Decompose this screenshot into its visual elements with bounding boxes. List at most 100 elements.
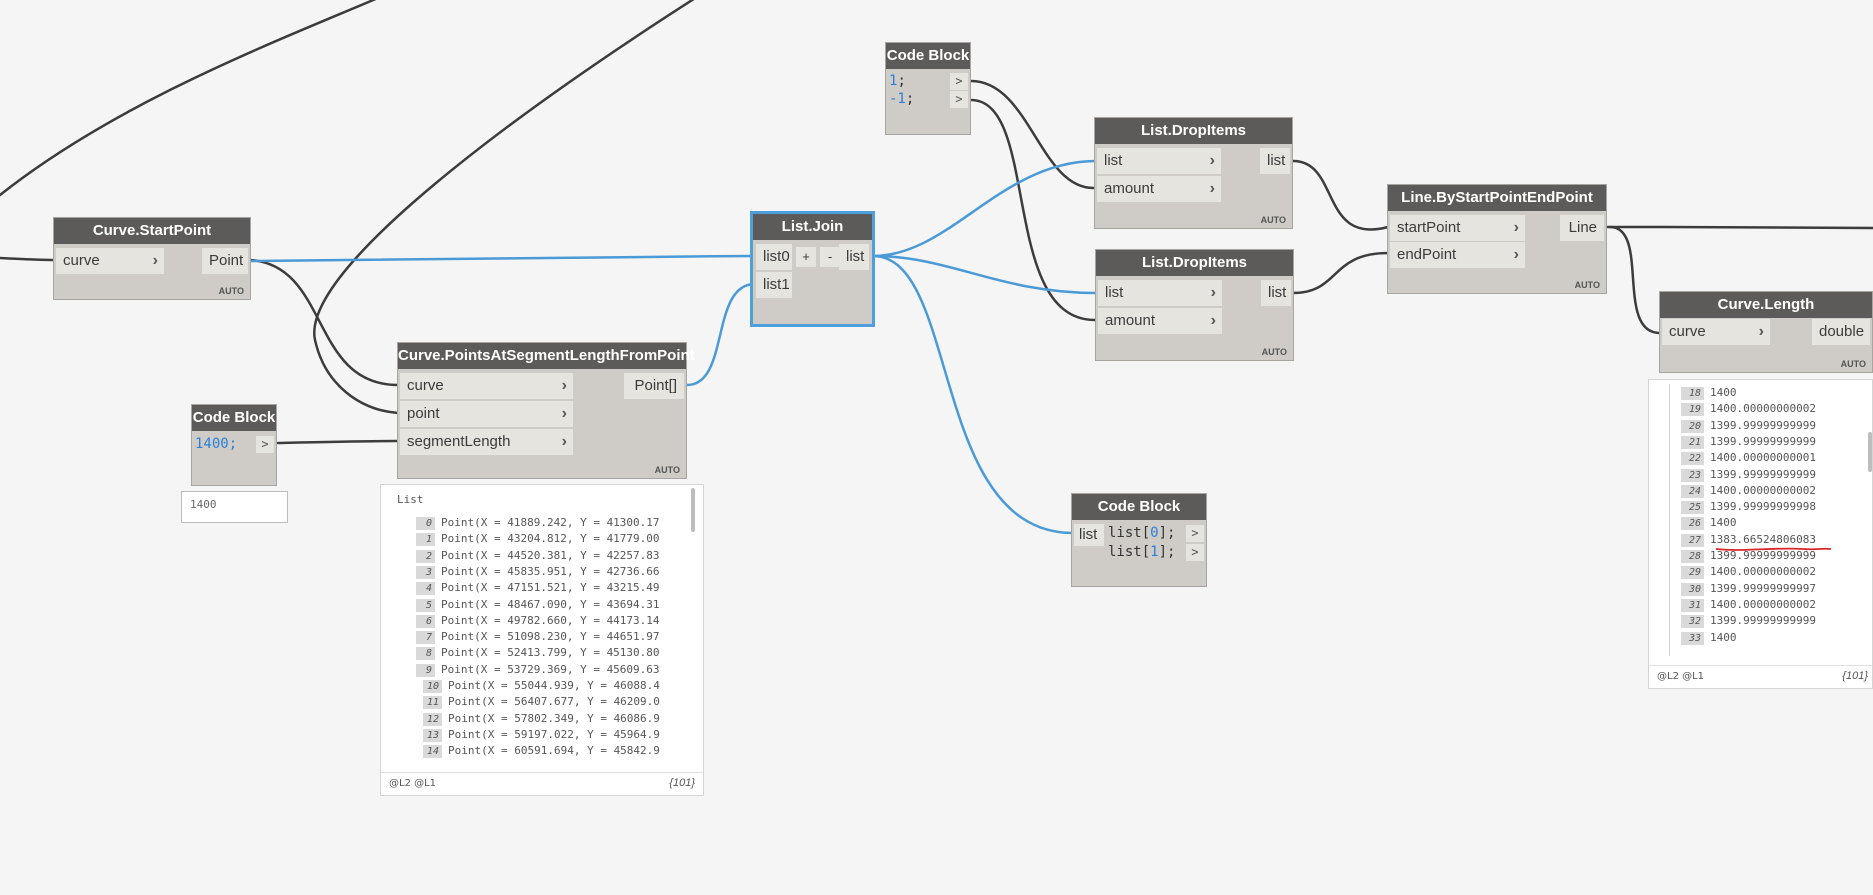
output-port-line[interactable]: Line (1560, 215, 1604, 241)
input-port-list[interactable]: list › (1097, 148, 1221, 174)
node-title[interactable]: List.DropItems (1095, 118, 1292, 144)
node-title[interactable]: Line.ByStartPointEndPoint (1388, 185, 1606, 211)
list-value: 1399.99999999999 (1710, 418, 1816, 432)
port-label: curve (63, 252, 100, 269)
list-value: Point(X = 47151.521, Y = 43215.49 (441, 581, 660, 595)
list-item: 10 Point(X = 55044.939, Y = 46088.4 (423, 678, 660, 694)
output-port[interactable]: > (256, 436, 274, 453)
wire (1608, 225, 1662, 335)
points-at-segment-length-node[interactable]: Curve.PointsAtSegmentLengthFromPoint cur… (397, 342, 695, 479)
input-port-amount[interactable]: amount › (1097, 176, 1221, 202)
port-label: list0 (763, 248, 790, 265)
list-value: Point(X = 45835.951, Y = 42736.66 (441, 564, 660, 578)
list-item: 33 1400 (1681, 630, 1737, 646)
line-by-start-end-node[interactable]: Line.ByStartPointEndPoint startPoint › e… (1387, 184, 1607, 294)
chevron-right-icon: › (1209, 180, 1215, 197)
list-value: 1400 (1710, 386, 1737, 399)
output-port-2[interactable]: > (1186, 544, 1204, 561)
port-label: list (1079, 526, 1098, 543)
code-line[interactable]: 1400; (195, 436, 237, 453)
output-port-1[interactable]: > (950, 73, 968, 90)
code-block-1400-node[interactable]: Code Block 1400; > (191, 404, 277, 486)
port-label: Line (1568, 219, 1597, 236)
output-port-list[interactable]: list (839, 244, 869, 270)
port-label: double (1819, 323, 1865, 340)
output-port-double[interactable]: double (1812, 319, 1870, 345)
output-port-point-array[interactable]: Point[] (624, 373, 684, 399)
output-port-2[interactable]: > (950, 91, 968, 108)
code-line-2[interactable]: list[1]; (1108, 544, 1175, 561)
remove-input-button[interactable]: - (820, 247, 840, 267)
highlight-underline (1715, 547, 1832, 551)
node-title[interactable]: Curve.Length (1660, 292, 1872, 318)
code-text: list[ (1108, 525, 1151, 541)
node-title[interactable]: Code Block (1072, 494, 1206, 520)
points-list-preview[interactable]: List 0 Point(X = 41889.242, Y = 41300.17 1… (380, 484, 704, 796)
list-item: 14 Point(X = 60591.694, Y = 45842.9 (423, 743, 660, 759)
list-index: 19 (1681, 403, 1704, 417)
node-title[interactable]: Code Block (886, 43, 970, 69)
list-item: 1 Point(X = 43204.812, Y = 41779.00 (416, 531, 660, 547)
list-index: 13 (423, 728, 442, 742)
node-title[interactable]: Curve.StartPoint (54, 218, 250, 244)
node-title[interactable]: Curve.PointsAtSegmentLengthFromPoint (398, 343, 695, 369)
curve-startpoint-node[interactable]: Curve.StartPoint curve › Point AUTO (53, 217, 251, 300)
list-value: 1400.00000000002 (1710, 597, 1816, 611)
input-port-list0[interactable]: list0 (756, 244, 792, 270)
list-item: 18 1400 (1681, 385, 1737, 401)
list-value: Point(X = 52413.799, Y = 45130.80 (441, 646, 660, 660)
input-port-curve[interactable]: curve › (56, 248, 164, 274)
list-value: 1400.00000000002 (1710, 565, 1816, 579)
input-port-list[interactable]: list (1074, 524, 1104, 546)
add-input-button[interactable]: + (796, 247, 816, 267)
input-port-end-point[interactable]: endPoint › (1390, 242, 1525, 268)
input-port-segment-length[interactable]: segmentLength › (400, 429, 573, 455)
list-index: 10 (423, 680, 442, 693)
port-label: list1 (763, 276, 790, 293)
wire (969, 79, 1097, 190)
list-item: 23 1399.99999999999 (1681, 467, 1816, 483)
wire (1291, 251, 1390, 295)
preview-scrollbar[interactable] (691, 488, 695, 532)
list-header: List (397, 493, 424, 506)
input-port-list1[interactable]: list1 (756, 272, 792, 298)
curve-length-node[interactable]: Curve.Length curve › double AUTO (1659, 291, 1873, 373)
input-port-list[interactable]: list › (1098, 280, 1222, 306)
drop-items-node-2[interactable]: List.DropItems list › amount › list AUTO (1095, 249, 1294, 361)
list-join-node[interactable]: List.Join list0 list1 + - list (750, 211, 875, 327)
input-port-start-point[interactable]: startPoint › (1390, 215, 1525, 241)
list-index: 18 (1681, 387, 1704, 400)
chevron-right-icon: › (1210, 284, 1216, 301)
input-port-point[interactable]: point › (400, 401, 573, 427)
code-line-1[interactable]: 1; (889, 73, 906, 90)
input-port-curve[interactable]: curve › (1662, 319, 1770, 345)
list-value: 1400.00000000002 (1710, 483, 1816, 497)
code-text: ]; (1158, 525, 1176, 541)
list-item: 2 Point(X = 44520.381, Y = 42257.83 (416, 548, 660, 564)
list-index: 28 (1681, 550, 1704, 563)
list-value: Point(X = 59197.022, Y = 45964.9 (448, 727, 660, 741)
node-title[interactable]: List.DropItems (1096, 250, 1293, 276)
input-port-curve[interactable]: curve › (400, 373, 573, 399)
drop-items-node-1[interactable]: List.DropItems list › amount › list AUTO (1094, 117, 1293, 229)
node-title[interactable]: Code Block (192, 405, 276, 431)
node-title[interactable]: List.Join (753, 214, 872, 240)
code-block-index-node[interactable]: Code Block list list[0]; list[1]; > > (1071, 493, 1207, 587)
output-port-list[interactable]: list (1261, 280, 1291, 306)
code-number: 1 (1150, 544, 1159, 560)
length-list-preview[interactable]: 18 1400 19 1400.00000000002 20 1399.999999999… (1648, 379, 1873, 689)
list-item: 6 Point(X = 49782.660, Y = 44173.14 (416, 613, 660, 629)
list-index: 12 (423, 712, 442, 726)
list-index: 2 (416, 549, 435, 563)
input-port-amount[interactable]: amount › (1098, 308, 1222, 334)
code-line-1[interactable]: list[0]; (1108, 525, 1175, 542)
code-block-amounts-node[interactable]: Code Block 1; -1; > > (885, 42, 971, 135)
code-line-2[interactable]: -1; (889, 91, 914, 108)
list-value: Point(X = 48467.090, Y = 43694.31 (441, 597, 660, 611)
output-port-list[interactable]: list (1260, 148, 1290, 174)
output-port-point[interactable]: Point (202, 248, 248, 274)
output-port-1[interactable]: > (1186, 525, 1204, 542)
preview-scrollbar[interactable] (1868, 432, 1872, 472)
port-label: curve (1669, 323, 1706, 340)
lacing-label: AUTO (1840, 359, 1866, 369)
